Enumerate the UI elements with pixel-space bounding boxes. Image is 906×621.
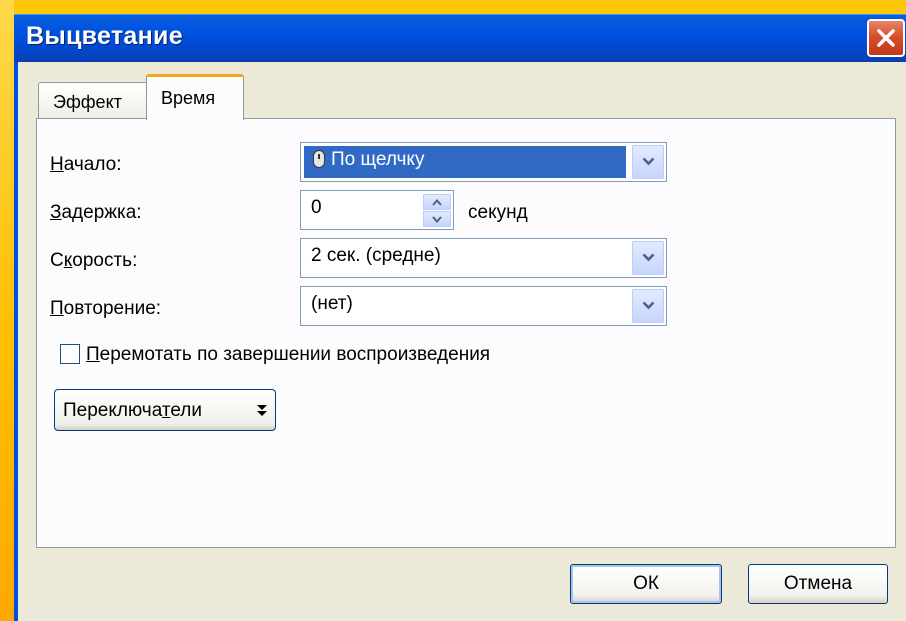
repeat-label-text: овторение: <box>63 298 162 319</box>
desktop-background-top <box>0 0 906 14</box>
rewind-label-text: еремотать по завершении воспроизведения <box>99 344 491 365</box>
speed-select[interactable]: 2 сек. (средне) <box>300 238 667 278</box>
speed-dropdown-button[interactable] <box>632 241 664 275</box>
mouse-icon <box>313 150 325 168</box>
fade-effect-dialog: Выцветание Эффект Время Начало: По щелчк… <box>14 14 906 621</box>
repeat-dropdown-button[interactable] <box>632 289 664 323</box>
chevron-down-icon <box>642 157 655 166</box>
repeat-value: (нет) <box>311 293 353 314</box>
start-value: По щелчку <box>331 149 425 170</box>
rewind-label-accesskey: П <box>86 344 100 365</box>
chevron-down-icon <box>642 301 655 310</box>
tab-time[interactable]: Время <box>146 74 244 120</box>
start-select[interactable]: По щелчку <box>300 142 667 182</box>
desktop-background-left <box>0 0 14 621</box>
triggers-label-prefix: Переключа <box>63 400 162 421</box>
cancel-button[interactable]: Отмена <box>748 564 888 604</box>
tab-time-label: Время <box>161 88 216 108</box>
ok-button[interactable]: ОК <box>570 564 722 604</box>
rewind-checkbox[interactable] <box>60 344 80 364</box>
speed-value: 2 сек. (средне) <box>311 245 441 266</box>
speed-label-prefix: С <box>50 250 64 271</box>
chevron-down-icon <box>432 216 442 223</box>
start-label: Начало: <box>50 154 122 176</box>
speed-label-accesskey: к <box>63 250 73 271</box>
delay-label-accesskey: З <box>50 202 62 223</box>
speed-label-text: орость: <box>72 250 138 271</box>
start-label-text: ачало: <box>63 154 122 175</box>
delay-unit: секунд <box>468 202 528 223</box>
close-button[interactable] <box>867 19 905 57</box>
repeat-select[interactable]: (нет) <box>300 286 667 326</box>
window-frame-left <box>14 62 18 621</box>
title-bar[interactable]: Выцветание <box>14 14 906 62</box>
repeat-label: Повторение: <box>50 298 161 320</box>
speed-label: Скорость: <box>50 250 137 272</box>
chevron-up-icon <box>432 199 442 206</box>
close-icon <box>877 29 895 47</box>
start-label-accesskey: Н <box>50 154 64 175</box>
triggers-button[interactable]: Переключатели <box>54 389 276 431</box>
delay-label: Задержка: <box>50 202 142 224</box>
delay-label-text: адержка: <box>61 202 142 223</box>
delay-value: 0 <box>311 197 322 218</box>
triggers-label-text: ели <box>170 400 202 421</box>
start-dropdown-button[interactable] <box>632 145 664 179</box>
dialog-title: Выцветание <box>26 22 183 50</box>
tab-effect[interactable]: Эффект <box>38 82 148 118</box>
delay-spin-up[interactable] <box>423 194 451 210</box>
repeat-label-accesskey: П <box>50 298 64 319</box>
chevron-down-icon <box>642 253 655 262</box>
double-chevron-down-icon <box>257 405 267 416</box>
rewind-label[interactable]: Перемотать по завершении воспроизведения <box>86 344 490 366</box>
delay-spin-down[interactable] <box>423 211 451 227</box>
delay-input[interactable]: 0 <box>300 190 454 230</box>
tab-panel-time <box>36 118 896 548</box>
tab-effect-label: Эффект <box>53 92 122 112</box>
triggers-label: Переключатели <box>63 400 202 422</box>
